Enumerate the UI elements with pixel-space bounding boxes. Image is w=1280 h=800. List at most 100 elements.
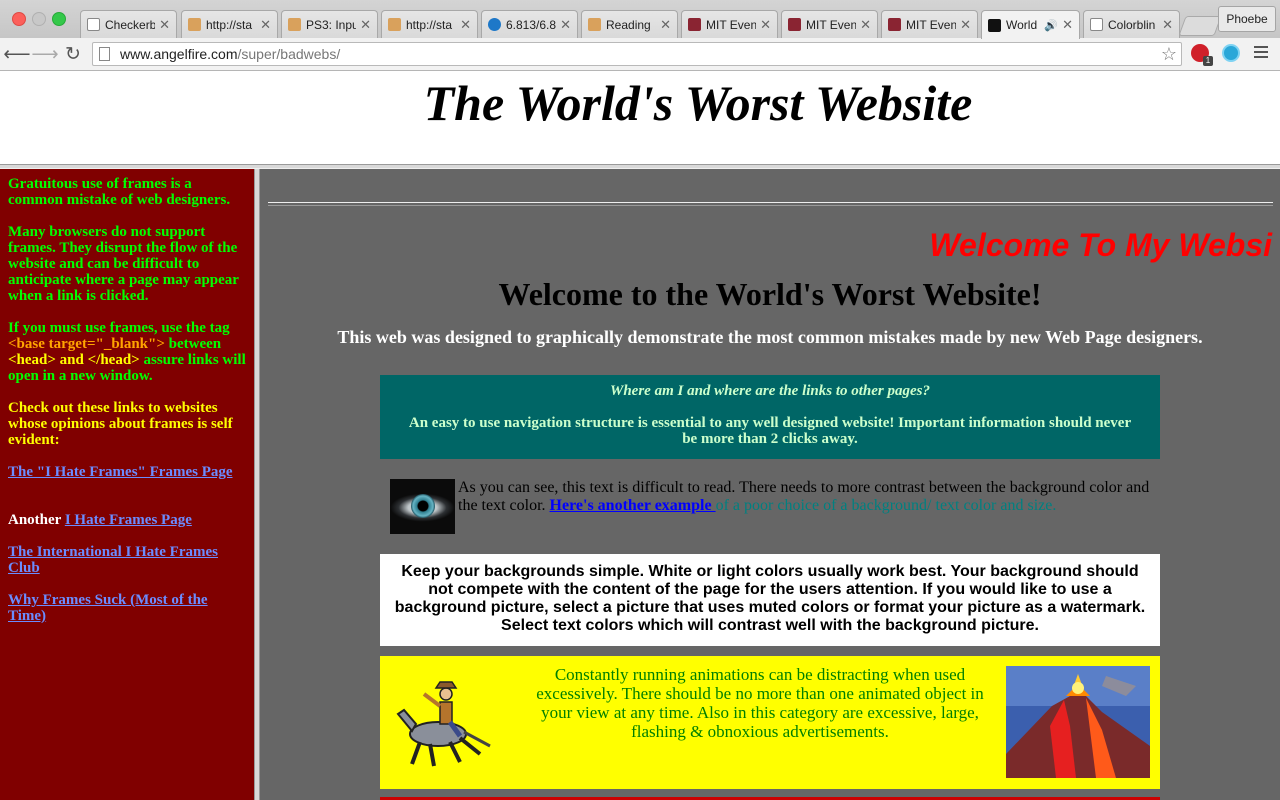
close-icon[interactable]: ✕ <box>660 17 671 33</box>
main-subheading: This web was designed to graphically dem… <box>337 327 1203 347</box>
speaker-icon: 🔊 <box>1044 19 1059 32</box>
tab-4[interactable]: http://sta ✕ <box>381 10 478 38</box>
doc-icon <box>87 18 100 31</box>
tab-active[interactable]: World 🔊 ✕ <box>981 10 1080 39</box>
cowboy-rider-image <box>396 681 491 767</box>
mit-icon <box>888 18 901 31</box>
tab-6[interactable]: Reading ✕ <box>581 10 678 38</box>
tab-title: Colorblin <box>1108 17 1156 32</box>
animation-tip-text: Constantly running animations can be dis… <box>536 665 984 741</box>
background-tip-box: Keep your backgrounds simple. White or l… <box>380 554 1160 646</box>
tab-title: http://sta <box>406 17 453 32</box>
links-intro: Check out these links to websites whose … <box>8 400 233 448</box>
i-hate-frames-frames-link[interactable]: The "I Hate Frames" Frames Page <box>8 464 233 480</box>
page-icon <box>288 18 301 31</box>
tab-title: PS3: Inpu <box>306 17 357 32</box>
page-icon <box>588 18 601 31</box>
back-arrow-icon[interactable]: ⟵ <box>3 43 30 65</box>
browser-toolbar: ⟵ ⟶ ↻ www.angelfire.com/super/badwebs/ ☆… <box>0 38 1280 71</box>
tab-title: 6.813/6.8 <box>506 17 557 32</box>
i-hate-frames-club-link[interactable]: The International I Hate Frames Club <box>8 544 218 576</box>
doc-icon <box>1090 18 1103 31</box>
i-hate-frames-page-link[interactable]: I Hate Frames Page <box>65 512 192 528</box>
navigation-tip-box: Where am I and where are the links to ot… <box>380 375 1160 459</box>
site-icon <box>988 18 1001 32</box>
tip-text: between <box>164 336 222 352</box>
close-icon[interactable]: ✕ <box>360 17 371 33</box>
close-icon[interactable]: ✕ <box>260 17 271 33</box>
tab-title: MIT Even <box>706 17 757 32</box>
close-icon[interactable]: ✕ <box>460 17 471 33</box>
horizontal-rule <box>268 202 1273 206</box>
navigation-question: Where am I and where are the links to ot… <box>609 383 931 399</box>
close-icon[interactable]: ✕ <box>960 17 971 33</box>
tab-title: MIT Even <box>906 17 957 32</box>
tab-strip: Checkerb ✕ http://sta ✕ PS3: Inpu ✕ http://… <box>0 0 1280 39</box>
animation-tip-box: Constantly running animations can be dis… <box>380 656 1160 789</box>
tip-code: <base target="_blank"> <box>8 336 165 352</box>
tab-2[interactable]: http://sta ✕ <box>181 10 278 38</box>
tip-code: <head> and </head> <box>8 352 140 368</box>
frames-tip: If you must use frames, use the tag <bas… <box>8 320 248 384</box>
page-icon <box>388 18 401 31</box>
background-tip-text: Keep your backgrounds simple. White or l… <box>394 563 1146 634</box>
close-icon[interactable]: ✕ <box>860 17 871 33</box>
title-frame: The World's Worst Website <box>0 71 1280 164</box>
tab-8[interactable]: MIT Even ✕ <box>781 10 878 38</box>
minimize-window-button[interactable] <box>32 12 46 26</box>
forward-arrow-icon[interactable]: ⟶ <box>31 43 58 65</box>
maximize-window-button[interactable] <box>52 12 66 26</box>
another-label: Another <box>8 512 65 528</box>
another-example-link[interactable]: Here's another example <box>550 497 716 514</box>
address-bar[interactable]: www.angelfire.com/super/badwebs/ ☆ <box>92 42 1182 66</box>
tab-title: Checkerb <box>105 17 156 32</box>
tab-title: Reading <box>606 17 651 32</box>
page-title: The World's Worst Website <box>423 75 973 131</box>
url-host: www.angelfire.com <box>120 46 238 62</box>
tip-text: If you must use frames, use the tag <box>8 320 230 336</box>
tab-5[interactable]: 6.813/6.8 ✕ <box>481 10 578 38</box>
link-paragraph: Another I Hate Frames Page <box>8 512 248 528</box>
close-window-button[interactable] <box>12 12 26 26</box>
main-frame: Welcome To My Websi Welcome to the World… <box>260 169 1280 800</box>
tab-1[interactable]: Checkerb ✕ <box>80 10 177 38</box>
close-icon[interactable]: ✕ <box>560 17 571 33</box>
tab-3[interactable]: PS3: Inpu ✕ <box>281 10 378 38</box>
eye-iris <box>411 494 435 518</box>
tab-7[interactable]: MIT Even ✕ <box>681 10 778 38</box>
welcome-marquee: Welcome To My Websi <box>929 227 1272 263</box>
erupting-volcano-image <box>1006 666 1150 778</box>
page-info-icon <box>99 47 110 61</box>
url-path: /super/badwebs/ <box>237 46 341 62</box>
tab-title: MIT Even <box>806 17 857 32</box>
extension-icon[interactable] <box>1222 44 1240 62</box>
why-frames-suck-link[interactable]: Why Frames Suck (Most of the Time) <box>8 592 208 624</box>
link-paragraph: The "I Hate Frames" Frames Page <box>8 464 248 480</box>
new-tab-button[interactable] <box>1178 16 1222 36</box>
close-icon[interactable]: ✕ <box>760 17 771 33</box>
hamburger-menu-icon[interactable] <box>1254 46 1268 60</box>
bookmark-star-icon[interactable]: ☆ <box>1161 44 1177 65</box>
main-heading: Welcome to the World's Worst Website! <box>498 276 1042 312</box>
reload-icon[interactable]: ↻ <box>62 43 84 65</box>
contrast-paragraph: As you can see, this text is difficult t… <box>458 479 1158 515</box>
frames-intro: Gratuitous use of frames is a common mis… <box>8 176 231 208</box>
link-paragraph: The International I Hate Frames Club <box>8 544 248 576</box>
profile-button[interactable]: Phoebe <box>1218 6 1276 32</box>
link-paragraph: Why Frames Suck (Most of the Time) <box>8 592 248 624</box>
navigation-answer: An easy to use navigation structure is e… <box>408 415 1132 447</box>
extension-badge: 1 <box>1203 56 1213 66</box>
close-icon[interactable]: ✕ <box>1062 17 1073 33</box>
tab-title: http://sta <box>206 17 253 32</box>
contrast-tail: of a poor choice of a background/ text c… <box>715 497 1057 514</box>
close-icon[interactable]: ✕ <box>1162 17 1173 33</box>
p-icon <box>488 18 501 31</box>
close-icon[interactable]: ✕ <box>159 17 170 33</box>
tab-11[interactable]: Colorblin ✕ <box>1083 10 1180 38</box>
tab-9[interactable]: MIT Even ✕ <box>881 10 978 38</box>
left-frame: Gratuitous use of frames is a common mis… <box>0 169 254 800</box>
eye-image <box>390 479 455 534</box>
tab-title: World <box>1006 18 1038 32</box>
mit-icon <box>688 18 701 31</box>
page-icon <box>188 18 201 31</box>
